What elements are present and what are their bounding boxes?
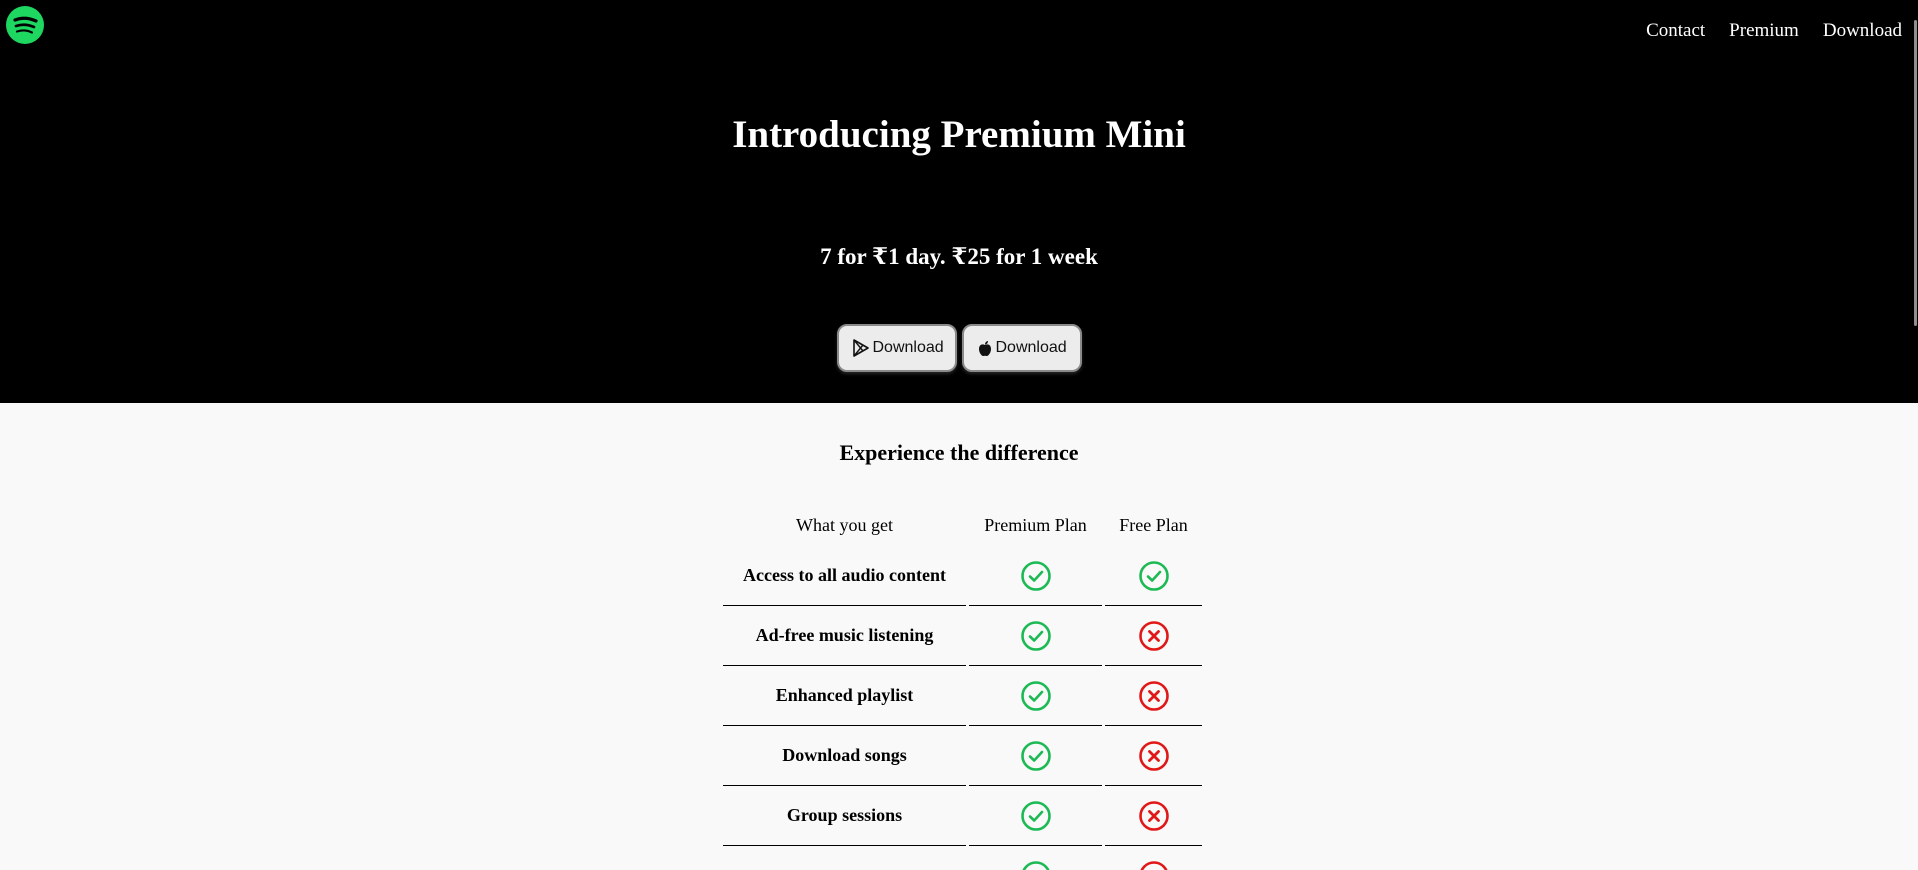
google-play-icon (852, 339, 869, 357)
table-row: Access to all audio content (723, 546, 1202, 606)
top-nav: Contact Premium Download (1646, 20, 1902, 42)
free-check-icon (1105, 546, 1202, 606)
page-scrollbar[interactable] (1913, 0, 1918, 870)
premium-check-icon (969, 546, 1102, 606)
hero-section: Contact Premium Download Introducing Pre… (0, 0, 1918, 403)
compare-title: Experience the difference (839, 440, 1079, 465)
free-cross-icon (1105, 786, 1202, 846)
feature-label: Download songs (723, 726, 966, 786)
free-cross-icon (1105, 726, 1202, 786)
table-row: Enhanced playlist (723, 666, 1202, 726)
spotify-logo-icon[interactable] (6, 6, 44, 44)
feature-label: Group sessions (723, 786, 966, 846)
apple-icon (978, 340, 992, 357)
nav-contact-link[interactable]: Contact (1646, 20, 1705, 42)
table-row: Group sessions (723, 786, 1202, 846)
feature-label: Enhanced playlist (723, 666, 966, 726)
apple-download-button[interactable]: Download (961, 324, 1082, 372)
premium-check-icon (969, 726, 1102, 786)
premium-check-icon (969, 666, 1102, 726)
feature-label: Access to all audio content (723, 546, 966, 606)
feature-label: Ad-free music listening (723, 606, 966, 666)
header-what-you-get: What you get (796, 514, 893, 535)
table-row: Ad-free music listening (723, 606, 1202, 666)
premium-check-icon (969, 606, 1102, 666)
table-row: Download songs (723, 726, 1202, 786)
hero-subtitle: 7 for ₹1 day. ₹25 for 1 week (820, 244, 1098, 269)
scrollbar-thumb[interactable] (1914, 20, 1917, 326)
free-cross-icon (1105, 606, 1202, 666)
table-body: Access to all audio content Ad-free music… (723, 546, 1202, 870)
table-header-row: What you get Premium Plan Free Plan (723, 504, 1202, 546)
table-row (723, 846, 1202, 870)
apple-download-label: Download (995, 339, 1067, 356)
google-play-download-label: Download (872, 339, 944, 356)
premium-check-icon (969, 846, 1102, 870)
download-buttons: Download Download (0, 324, 1918, 372)
free-cross-icon (1105, 846, 1202, 870)
premium-check-icon (969, 786, 1102, 846)
hero-title: Introducing Premium Mini (732, 113, 1186, 156)
nav-premium-link[interactable]: Premium (1729, 20, 1799, 42)
header-free-plan: Free Plan (1119, 514, 1188, 535)
google-play-download-button[interactable]: Download (836, 324, 957, 372)
nav-download-link[interactable]: Download (1823, 20, 1902, 42)
free-cross-icon (1105, 666, 1202, 726)
feature-label (723, 846, 966, 870)
plan-comparison-table: What you get Premium Plan Free Plan Acce… (720, 504, 1205, 870)
header-premium-plan: Premium Plan (984, 514, 1087, 535)
